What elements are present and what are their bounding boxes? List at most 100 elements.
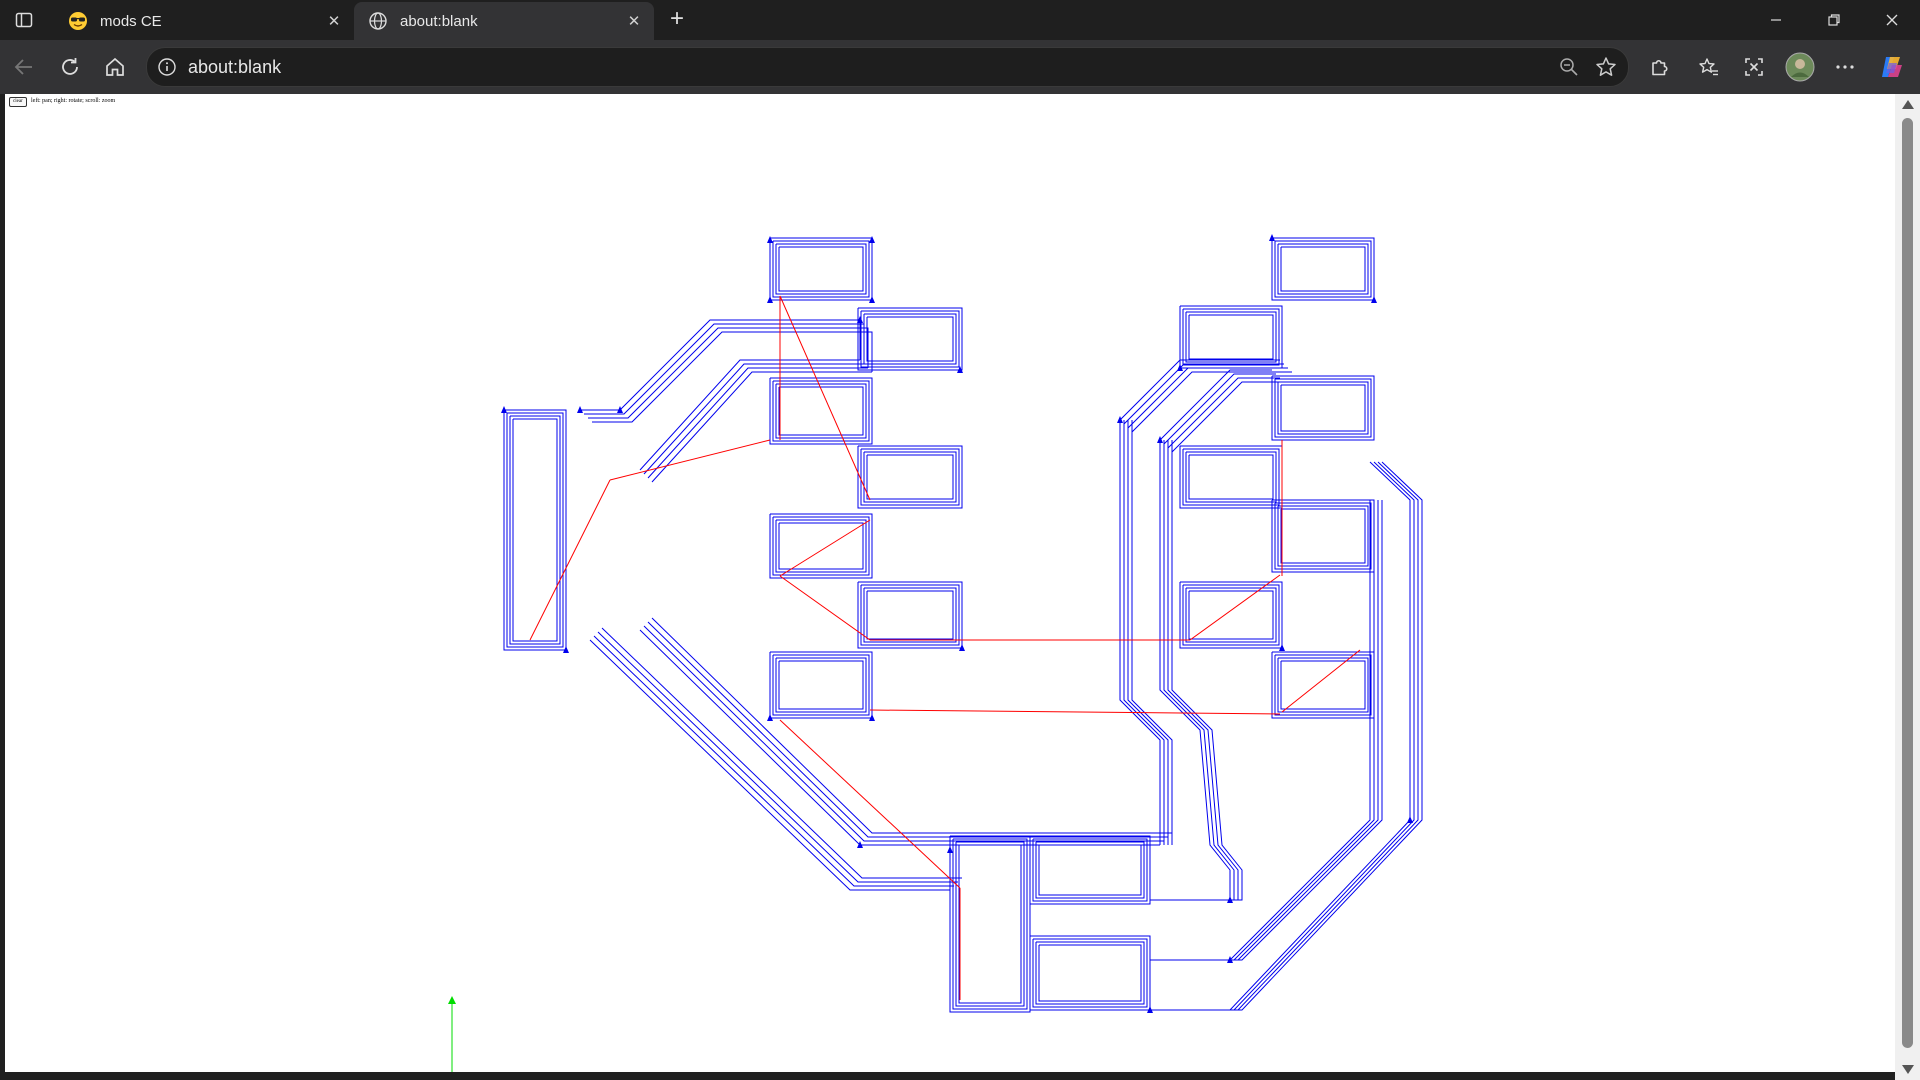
- pad-outline: [863, 313, 957, 365]
- pad-outline: [772, 240, 870, 298]
- trace-outline: [1158, 461, 1419, 1011]
- scroll-up-arrow-icon[interactable]: [1902, 100, 1914, 109]
- pad-outline: [1032, 938, 1148, 1008]
- more-options-icon[interactable]: [1827, 49, 1863, 85]
- back-button[interactable]: [6, 49, 42, 85]
- pad-outline: [857, 581, 963, 649]
- close-tab-icon[interactable]: ✕: [622, 9, 646, 33]
- restore-button[interactable]: [1806, 0, 1862, 40]
- zoom-out-icon[interactable]: [1558, 56, 1580, 78]
- minimize-button[interactable]: [1748, 0, 1804, 40]
- tab-about-blank[interactable]: about:blank ✕: [354, 2, 654, 40]
- pad-outline: [769, 651, 873, 719]
- pad-outline: [860, 448, 960, 506]
- pad-outline: [1029, 835, 1151, 905]
- pad-outline: [863, 451, 957, 503]
- trace-outline: [1167, 377, 1280, 449]
- new-tab-button[interactable]: +: [664, 7, 690, 32]
- trace-outline: [1127, 420, 1169, 845]
- pad-outline: [860, 310, 960, 368]
- tab-strip: mods CE ✕ about:blank ✕ +: [0, 0, 1920, 40]
- browser-toolbar: about:blank: [0, 40, 1920, 94]
- address-bar[interactable]: about:blank: [146, 47, 1629, 87]
- direction-arrow-icon: [1117, 416, 1123, 423]
- travel-move-line: [779, 295, 871, 501]
- copilot-icon[interactable]: [1874, 49, 1910, 85]
- travel-move-line: [609, 439, 771, 481]
- pad-outline: [866, 316, 954, 362]
- pad-outline: [1274, 502, 1372, 570]
- travel-move-line: [779, 575, 871, 641]
- pad-outline: [1277, 243, 1369, 295]
- trace-outline: [643, 625, 1164, 842]
- vertical-scrollbar[interactable]: [1895, 94, 1920, 1080]
- trace-outline: [1158, 440, 1239, 901]
- trace-outline: [1162, 440, 1243, 901]
- favorites-icon[interactable]: [1691, 49, 1727, 85]
- trace-outline: [651, 371, 872, 483]
- pad-outline: [863, 587, 957, 643]
- pad-outline: [1280, 384, 1366, 432]
- add-favorite-star-icon[interactable]: [1594, 55, 1618, 79]
- pad-outline: [509, 415, 561, 645]
- direction-arrow-icon: [767, 236, 773, 243]
- trace-outline: [639, 359, 860, 471]
- tab-mods-ce[interactable]: mods CE ✕: [54, 2, 354, 40]
- pad-outline: [1035, 841, 1145, 899]
- scroll-down-arrow-icon[interactable]: [1902, 1065, 1914, 1074]
- sunglasses-emoji-icon: [68, 11, 88, 31]
- trace-outline: [1131, 371, 1292, 433]
- trace-outline: [651, 617, 1172, 834]
- scrollbar-thumb[interactable]: [1902, 118, 1913, 1048]
- trace-outline: [1131, 420, 1173, 845]
- site-info-icon[interactable]: [157, 57, 177, 77]
- extensions-icon[interactable]: [1641, 49, 1677, 85]
- pad-outline: [775, 519, 867, 573]
- pad-outline: [1038, 844, 1142, 896]
- pad-outline: [1280, 508, 1366, 564]
- pad-outline: [512, 418, 558, 642]
- window-bottom-border: [0, 1072, 1895, 1080]
- pad-outline: [775, 383, 867, 439]
- direction-arrow-icon: [947, 846, 953, 853]
- trace-outline: [1123, 363, 1284, 425]
- pad-outline: [1179, 581, 1283, 649]
- pad-outline: [1274, 378, 1372, 438]
- pad-outline: [1182, 584, 1280, 646]
- pad-outline: [949, 835, 1031, 1013]
- direction-arrow-icon: [1157, 436, 1163, 443]
- pad-outline: [1032, 838, 1148, 902]
- tab-actions-menu-icon[interactable]: [10, 8, 38, 32]
- pad-outline: [1280, 246, 1366, 292]
- toolpath-viewer[interactable]: clear left: pan; right: rotate; scroll: …: [5, 94, 1895, 1072]
- screenshot-icon[interactable]: [1736, 49, 1772, 85]
- pad-outline: [778, 246, 864, 292]
- pad-outline: [866, 454, 954, 500]
- toolpath-canvas[interactable]: [5, 94, 1895, 1072]
- trace-outline: [1150, 440, 1231, 901]
- pad-outline: [1277, 381, 1369, 435]
- pad-outline: [778, 522, 864, 570]
- pad-outline: [772, 654, 870, 716]
- home-button[interactable]: [97, 49, 133, 85]
- pad-outline: [1182, 448, 1280, 506]
- profile-avatar[interactable]: [1782, 49, 1818, 85]
- tab-title: mods CE: [100, 12, 162, 30]
- address-text[interactable]: about:blank: [188, 57, 281, 78]
- trace-outline: [1154, 461, 1415, 1011]
- trace-outline: [1119, 420, 1161, 845]
- pad-outline: [1280, 660, 1366, 710]
- trace-outline: [1163, 373, 1276, 445]
- pad-outline: [1038, 944, 1142, 1002]
- pad-outline: [775, 657, 867, 713]
- refresh-button[interactable]: [52, 49, 88, 85]
- pad-outline: [958, 844, 1022, 1004]
- pad-outline: [772, 516, 870, 576]
- tab-title: about:blank: [400, 12, 478, 30]
- trace-outline: [1119, 359, 1280, 421]
- trace-outline: [1154, 440, 1235, 901]
- travel-move-line: [1281, 649, 1361, 713]
- direction-arrow-icon: [869, 236, 875, 243]
- close-tab-icon[interactable]: ✕: [322, 9, 346, 33]
- close-window-button[interactable]: [1864, 0, 1920, 40]
